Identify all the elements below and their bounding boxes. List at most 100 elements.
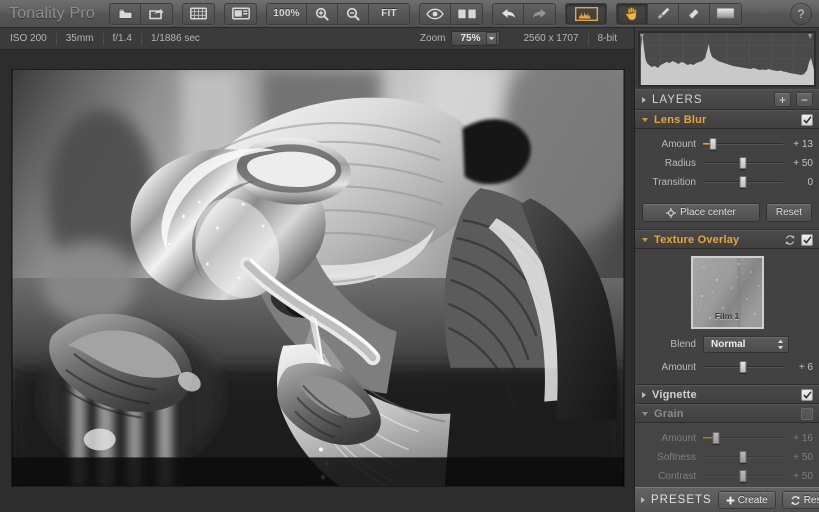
blend-mode-row[interactable]: Blend Normal <box>635 336 819 353</box>
texture-overlay-checkbox[interactable] <box>801 234 813 246</box>
slider-track-area[interactable] <box>703 175 783 189</box>
histogram-display[interactable] <box>638 31 816 87</box>
blend-mode-select[interactable]: Normal <box>703 336 789 353</box>
chevron-down-icon[interactable] <box>642 238 648 242</box>
section-header-lens-blur[interactable]: Lens Blur <box>635 110 819 129</box>
section-header-texture-overlay[interactable]: Texture Overlay <box>635 230 819 249</box>
chevron-right-icon[interactable] <box>641 497 645 503</box>
zoom-fit-button[interactable]: FIT <box>369 4 409 24</box>
histogram-graph <box>639 32 815 86</box>
lens-blur-reset-label: Reset <box>776 207 802 218</box>
place-center-button[interactable]: Place center <box>642 203 760 222</box>
slider-grain-softness[interactable]: Softness + 50 <box>635 449 819 465</box>
vignette-checkbox[interactable] <box>801 389 813 401</box>
zoom-select[interactable]: 75% <box>451 31 500 46</box>
zoom-in-icon <box>315 7 329 21</box>
slider-value: + 50 <box>783 471 813 482</box>
section-title-vignette: Vignette <box>652 389 697 401</box>
slider-handle[interactable] <box>710 138 717 150</box>
chevron-down-icon[interactable] <box>642 118 648 122</box>
chevron-right-icon[interactable] <box>642 97 646 103</box>
lens-blur-checkbox[interactable] <box>801 114 813 126</box>
slider-lens-blur-transition[interactable]: Transition 0 <box>635 174 819 190</box>
panel-sections-scroll[interactable]: LAYERS + − Lens Blur <box>635 89 819 512</box>
share-export-icon <box>149 7 164 20</box>
slider-lens-blur-amount[interactable]: Amount + 13 <box>635 136 819 152</box>
undo-button[interactable] <box>493 4 524 24</box>
slider-track-area[interactable] <box>703 469 783 483</box>
redo-arrow-icon <box>531 7 548 20</box>
texture-thumbnail[interactable]: Film 1 <box>691 256 764 329</box>
undo-arrow-icon <box>500 7 517 20</box>
slider-handle[interactable] <box>740 451 747 463</box>
slider-value: + 6 <box>783 362 813 373</box>
hand-tool-icon <box>625 6 639 21</box>
exif-metadata: ISO 200 35mm f/1.4 1/1886 sec <box>8 33 209 45</box>
slider-track-area[interactable] <box>703 156 783 170</box>
layers-header[interactable]: LAYERS + − <box>635 89 819 110</box>
zoom-in-button[interactable] <box>307 4 338 24</box>
hand-tool-button[interactable] <box>617 4 648 24</box>
slider-grain-contrast[interactable]: Contrast + 50 <box>635 468 819 484</box>
slider-lens-blur-radius[interactable]: Radius + 50 <box>635 155 819 171</box>
eraser-tool-button[interactable] <box>679 4 710 24</box>
place-center-label: Place center <box>680 207 736 218</box>
slider-handle[interactable] <box>740 157 747 169</box>
slider-handle[interactable] <box>740 361 747 373</box>
remove-layer-button[interactable]: − <box>796 92 813 107</box>
slider-handle[interactable] <box>740 176 747 188</box>
app-title: Tonality Pro <box>7 5 109 23</box>
zoom-100-button[interactable]: 100% <box>267 4 307 24</box>
slider-track-area[interactable] <box>703 431 783 445</box>
refresh-icon[interactable] <box>784 234 796 246</box>
slider-handle[interactable] <box>740 470 747 482</box>
chevron-down-icon[interactable] <box>642 412 648 416</box>
grain-checkbox[interactable] <box>801 408 813 420</box>
stepper-arrows-icon[interactable] <box>777 339 784 350</box>
open-folder-button[interactable] <box>110 4 141 24</box>
slider-handle[interactable] <box>712 432 719 444</box>
slider-track-area[interactable] <box>703 137 783 151</box>
image-canvas[interactable] <box>0 50 634 512</box>
section-title-lens-blur: Lens Blur <box>654 114 707 126</box>
zoom-out-button[interactable] <box>338 4 369 24</box>
reset-presets-button[interactable]: Reset <box>782 491 819 509</box>
presets-bar[interactable]: PRESETS Create <box>635 487 819 512</box>
photo-preview[interactable] <box>12 70 624 486</box>
help-button[interactable]: ? <box>790 3 812 25</box>
share-export-button[interactable] <box>141 4 172 24</box>
target-crosshair-icon <box>666 208 676 218</box>
adjustments-panel: LAYERS + − Lens Blur <box>634 28 819 512</box>
slider-label: Radius <box>635 158 703 169</box>
grid-view-button[interactable] <box>183 4 214 24</box>
blend-label: Blend <box>635 339 703 350</box>
slider-texture-amount[interactable]: Amount + 6 <box>635 359 819 375</box>
slider-grain-amount[interactable]: Amount + 16 <box>635 430 819 446</box>
presets-title: PRESETS <box>651 494 712 506</box>
lens-blur-reset-button[interactable]: Reset <box>766 203 812 222</box>
gradient-tool-button[interactable] <box>710 4 741 24</box>
focal-length-value: 35mm <box>57 33 104 45</box>
zoom-100-label: 100% <box>273 8 299 19</box>
slider-value: 0 <box>783 177 813 188</box>
slider-track-area[interactable] <box>703 450 783 464</box>
add-layer-button[interactable]: + <box>774 92 791 107</box>
photo-image <box>12 70 624 486</box>
slider-track-area[interactable] <box>703 360 783 374</box>
histogram-toggle-button[interactable] <box>566 4 606 24</box>
help-label: ? <box>798 7 805 21</box>
zoom-control[interactable]: Zoom 75% <box>420 31 501 46</box>
chevron-down-icon[interactable] <box>486 32 497 45</box>
split-compare-button[interactable] <box>451 4 482 24</box>
toolbar-group-histogram <box>565 3 607 25</box>
section-header-grain[interactable]: Grain <box>635 404 819 423</box>
chevron-right-icon[interactable] <box>642 392 646 398</box>
panel-view-button[interactable] <box>225 4 256 24</box>
zoom-fit-label: FIT <box>381 8 397 19</box>
eye-preview-button[interactable] <box>420 4 451 24</box>
redo-button[interactable] <box>524 4 555 24</box>
create-preset-button[interactable]: Create <box>718 491 776 509</box>
section-header-vignette[interactable]: Vignette <box>635 385 819 404</box>
brush-tool-button[interactable] <box>648 4 679 24</box>
slider-label: Contrast <box>635 471 703 482</box>
